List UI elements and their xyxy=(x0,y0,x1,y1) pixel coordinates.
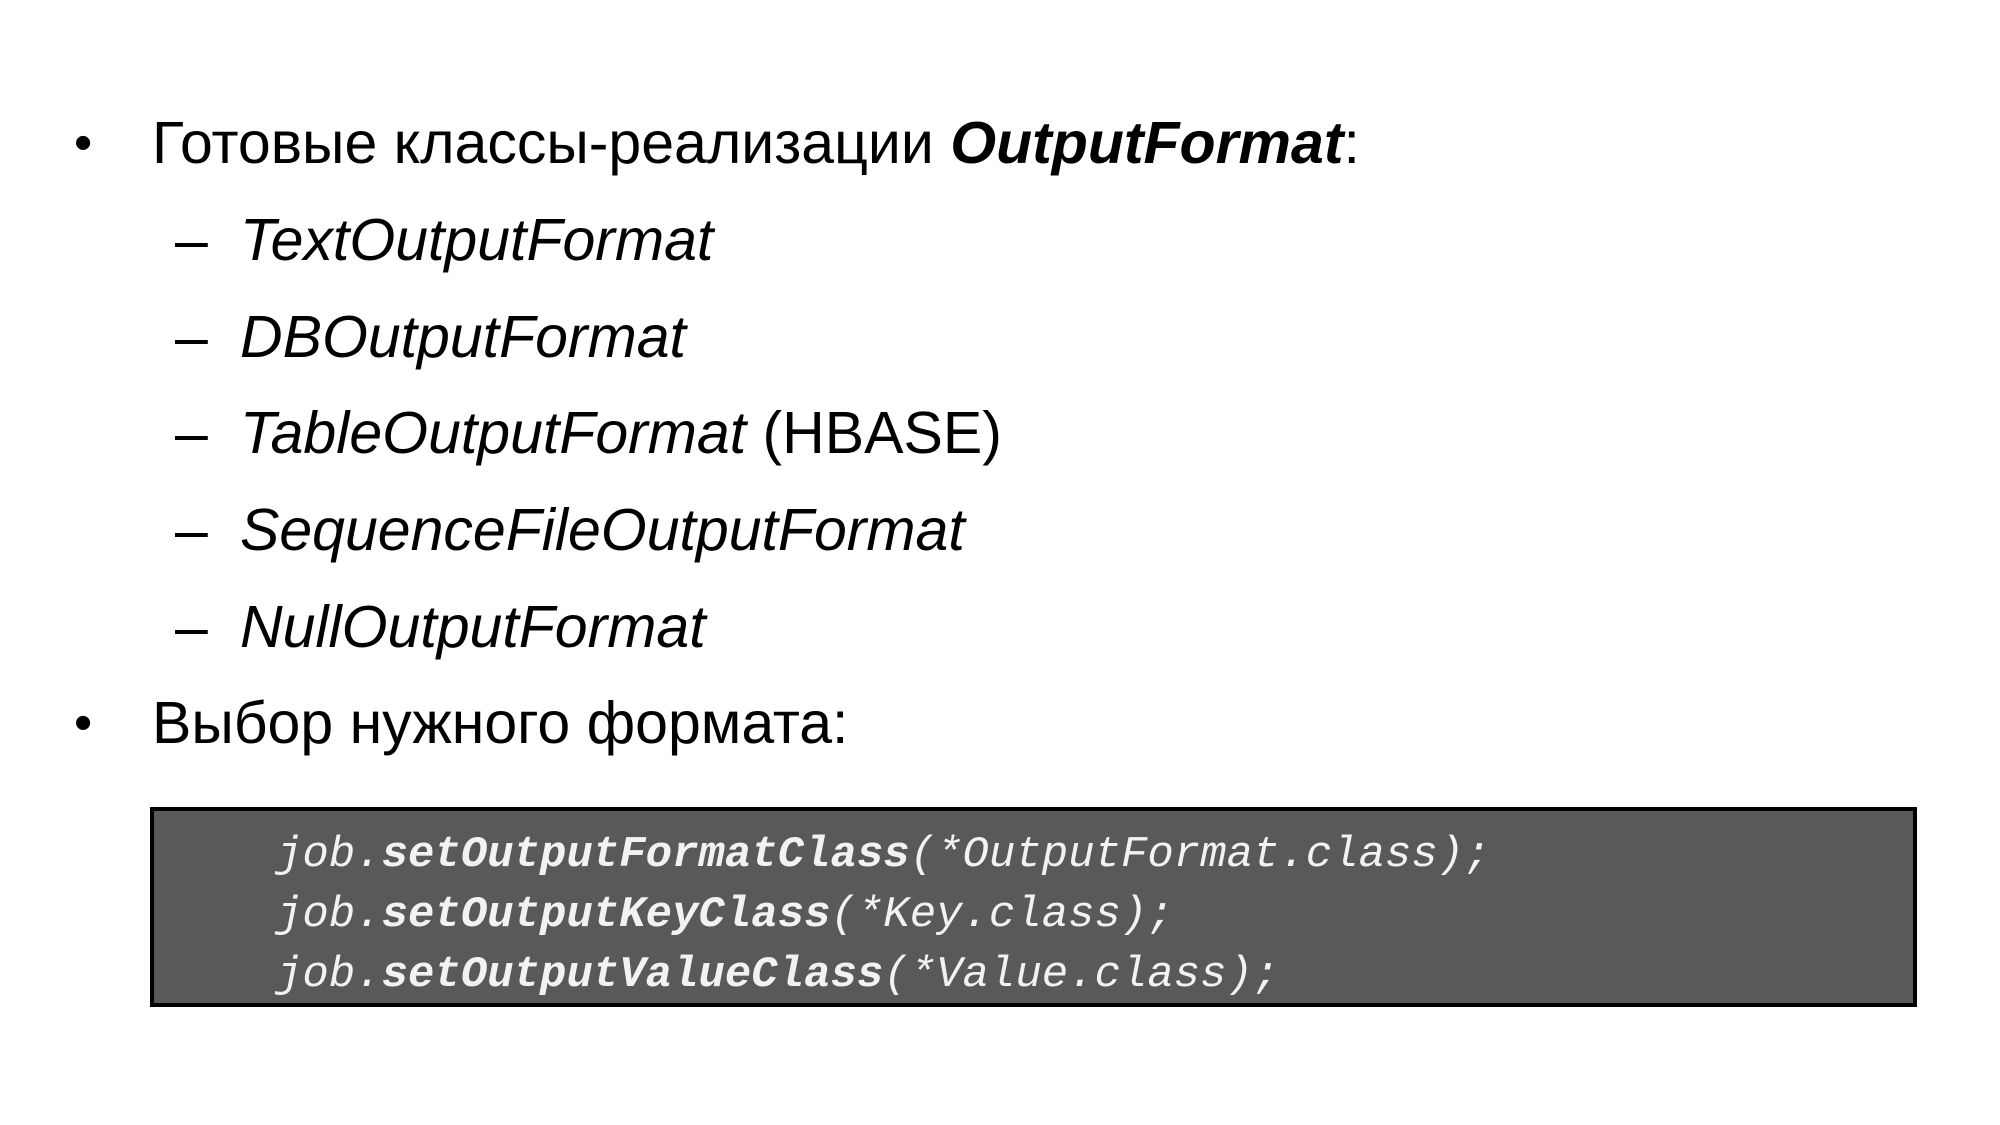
subitem-table-output-format: TableOutputFormat (HBASE) xyxy=(240,398,1002,468)
subitem-name: TableOutputFormat xyxy=(240,400,747,466)
code-object: job. xyxy=(276,830,382,880)
dash-marker: – xyxy=(175,400,208,466)
bullet-emphasis: OutputFormat xyxy=(950,110,1344,176)
subitem-db-output-format: DBOutputFormat xyxy=(240,302,686,372)
code-args: (*OutputFormat.class); xyxy=(909,830,1491,880)
subitem-name: TextOutputFormat xyxy=(240,207,714,273)
bullet-colon: : xyxy=(1343,110,1360,176)
code-line: job.setOutputValueClass(*Value.class); xyxy=(276,945,1279,1005)
dash-marker: – xyxy=(175,207,208,273)
subitem-name: DBOutputFormat xyxy=(240,304,686,370)
code-line: job.setOutputFormatClass(*OutputFormat.c… xyxy=(276,825,1491,885)
bullet-text: Готовые классы-реализации xyxy=(152,110,951,176)
bullet-marker: • xyxy=(74,694,93,752)
code-object: job. xyxy=(276,950,382,1000)
subitem-sequence-file-output-format: SequenceFileOutputFormat xyxy=(240,495,965,565)
code-args: (*Key.class); xyxy=(830,890,1174,940)
code-args: (*Value.class); xyxy=(883,950,1280,1000)
bullet-marker: • xyxy=(74,114,93,172)
subitem-null-output-format: NullOutputFormat xyxy=(240,592,706,662)
bullet-choose-format: Выбор нужного формата: xyxy=(152,688,848,758)
code-object: job. xyxy=(276,890,382,940)
dash-marker: – xyxy=(175,304,208,370)
code-line: job.setOutputKeyClass(*Key.class); xyxy=(276,885,1174,945)
subitem-text-output-format: TextOutputFormat xyxy=(240,205,713,275)
slide: • Готовые классы-реализации OutputFormat… xyxy=(0,0,2000,1125)
bullet-ready-classes: Готовые классы-реализации OutputFormat: xyxy=(152,108,1360,178)
code-method: setOutputKeyClass xyxy=(381,890,831,940)
dash-marker: – xyxy=(175,594,208,660)
subitem-name: NullOutputFormat xyxy=(240,594,706,660)
code-method: setOutputValueClass xyxy=(381,950,884,1000)
subitem-note: (HBASE) xyxy=(746,400,1002,466)
code-method: setOutputFormatClass xyxy=(381,830,910,880)
code-block: job.setOutputFormatClass(*OutputFormat.c… xyxy=(150,807,1917,1007)
subitem-name: SequenceFileOutputFormat xyxy=(240,497,965,563)
dash-marker: – xyxy=(175,497,208,563)
bullet-text: Выбор нужного формата: xyxy=(152,690,849,756)
